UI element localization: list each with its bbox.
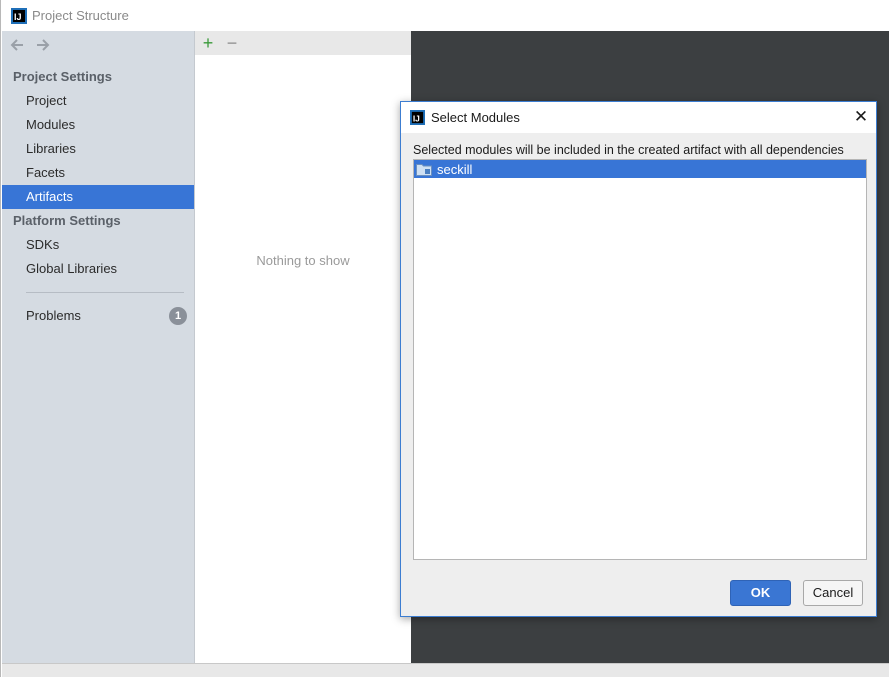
plus-icon[interactable]: + <box>201 34 215 52</box>
artifacts-list-panel: + − Nothing to show <box>194 31 411 663</box>
intellij-app-icon: IJ <box>410 110 425 125</box>
close-icon[interactable]: ✕ <box>852 108 870 126</box>
artifacts-toolbar: + − <box>195 31 411 55</box>
module-list[interactable]: seckill <box>413 159 867 560</box>
minus-icon[interactable]: − <box>225 34 239 52</box>
sidebar-item-project[interactable]: Project <box>2 89 194 113</box>
cancel-button[interactable]: Cancel <box>803 580 863 606</box>
svg-text:IJ: IJ <box>14 12 22 22</box>
dialog-title: Select Modules <box>431 110 520 125</box>
settings-sidebar: Project Settings Project Modules Librari… <box>2 31 194 663</box>
project-structure-window: IJ Project Structure Project Settings Pr… <box>0 0 889 677</box>
dialog-description: Selected modules will be included in the… <box>413 143 844 157</box>
sidebar-item-sdks[interactable]: SDKs <box>2 233 194 257</box>
problems-label: Problems <box>26 308 81 323</box>
back-arrow-icon[interactable] <box>10 38 24 52</box>
ok-button[interactable]: OK <box>730 580 791 606</box>
sidebar-navbar <box>2 31 194 59</box>
platform-settings-header: Platform Settings <box>13 213 121 228</box>
window-title: Project Structure <box>32 8 129 23</box>
dialog-titlebar: IJ Select Modules ✕ <box>401 102 876 133</box>
problems-count-badge: 1 <box>169 307 187 325</box>
sidebar-item-libraries[interactable]: Libraries <box>2 137 194 161</box>
sidebar-item-modules[interactable]: Modules <box>2 113 194 137</box>
sidebar-item-artifacts[interactable]: Artifacts <box>2 185 194 209</box>
sidebar-divider <box>26 292 184 293</box>
module-folder-icon <box>416 163 432 176</box>
intellij-app-icon: IJ <box>11 7 27 24</box>
module-label: seckill <box>437 161 473 177</box>
empty-state-text: Nothing to show <box>256 253 350 268</box>
sidebar-item-global-libraries[interactable]: Global Libraries <box>2 257 194 281</box>
list-item[interactable]: seckill <box>414 160 866 178</box>
forward-arrow-icon[interactable] <box>36 38 50 52</box>
sidebar-item-facets[interactable]: Facets <box>2 161 194 185</box>
svg-text:IJ: IJ <box>413 113 420 123</box>
window-titlebar: IJ Project Structure <box>2 0 889 31</box>
select-modules-dialog: IJ Select Modules ✕ Selected modules wil… <box>400 101 877 617</box>
project-settings-header: Project Settings <box>13 69 112 84</box>
sidebar-item-problems[interactable]: Problems 1 <box>2 304 194 328</box>
bottom-bar <box>2 663 889 677</box>
